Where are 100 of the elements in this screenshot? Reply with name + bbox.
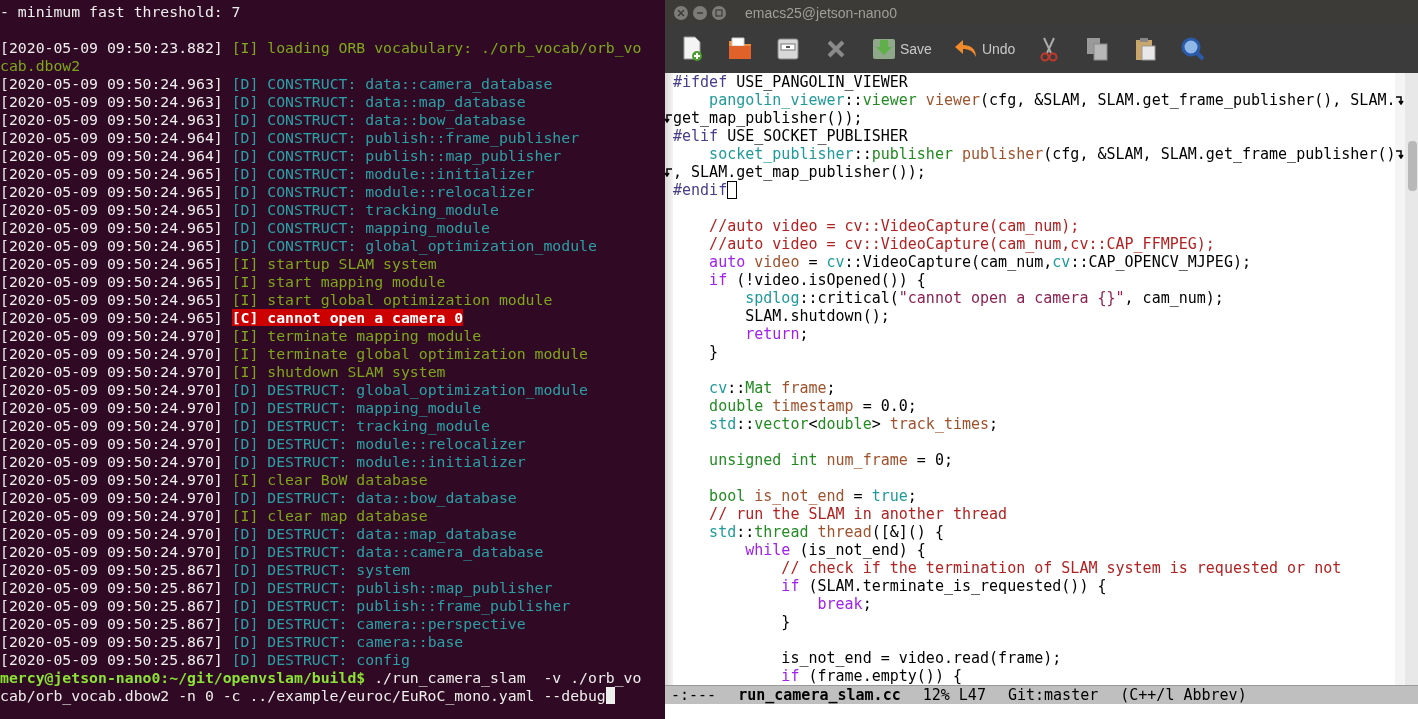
code-line: bool is_not_end = true;	[708, 487, 917, 505]
log-timestamp: [2020-05-09 09:50:24.970]	[0, 525, 223, 542]
text-cursor	[605, 687, 615, 704]
buffer-name: run_camera_slam.cc	[738, 686, 901, 704]
git-branch: Git:master	[1007, 686, 1099, 704]
undo-button[interactable]: Undo	[948, 33, 1019, 65]
log-message: [D] CONSTRUCT: module::relocalizer	[231, 183, 535, 200]
log-timestamp: [2020-05-09 09:50:24.965]	[0, 183, 223, 200]
log-message: [D] DESTRUCT: global_optimization_module	[231, 381, 588, 398]
log-timestamp: [2020-05-09 09:50:25.867]	[0, 615, 223, 632]
code-line: SLAM.shutdown();	[744, 307, 890, 325]
log-timestamp: [2020-05-09 09:50:24.970]	[0, 345, 223, 362]
code-line: auto video = cv::VideoCapture(cam_num,cv::CAP_OPENCV_MJPEG);	[708, 253, 1251, 271]
log-timestamp: [2020-05-09 09:50:24.965]	[0, 165, 223, 182]
close-icon	[677, 8, 685, 17]
code-line: }	[780, 613, 791, 631]
log-message: [D] DESTRUCT: camera::base	[231, 633, 464, 650]
minimize-button[interactable]	[693, 5, 707, 20]
close-button[interactable]	[674, 5, 688, 20]
window-title: emacs25@jetson-nano0	[745, 4, 897, 21]
code-line: return;	[744, 325, 809, 343]
code-line: if (frame.empty()) {	[780, 667, 962, 685]
code-line: // run the SLAM in another thread	[708, 505, 1008, 523]
log-timestamp: [2020-05-09 09:50:24.970]	[0, 417, 223, 434]
log-timestamp: [2020-05-09 09:50:24.970]	[0, 327, 223, 344]
code-line: if (SLAM.terminate_is_requested()) {	[780, 577, 1107, 595]
log-timestamp: [2020-05-09 09:50:23.882]	[0, 39, 223, 56]
maximize-button[interactable]	[712, 5, 726, 20]
code-line: is_not_end = video.read(frame);	[780, 649, 1062, 667]
log-timestamp: [2020-05-09 09:50:24.970]	[0, 363, 223, 380]
log-timestamp: [2020-05-09 09:50:24.964]	[0, 129, 223, 146]
log-timestamp: [2020-05-09 09:50:24.963]	[0, 75, 223, 92]
log-timestamp: [2020-05-09 09:50:24.970]	[0, 381, 223, 398]
shell-command: cab/orb_vocab.dbow2 -n 0 -c ../example/euroc/EuRoC_mono.yaml --debug	[0, 687, 606, 704]
log-timestamp: [2020-05-09 09:50:24.970]	[0, 507, 223, 524]
buffer-status: -:---	[671, 686, 717, 704]
log-message: [D] DESTRUCT: data::camera_database	[231, 543, 544, 560]
code-line: get_map_publisher());	[673, 109, 863, 127]
cursor-position: 12% L47	[922, 686, 986, 704]
code-line: #elif USE_SOCKET_PUBLISHER	[673, 127, 908, 145]
log-timestamp: [2020-05-09 09:50:24.970]	[0, 453, 223, 470]
log-message: [D] CONSTRUCT: global_optimization_module	[231, 237, 597, 254]
code-line: }	[708, 343, 719, 361]
log-message: [D] CONSTRUCT: publish::map_publisher	[231, 147, 562, 164]
log-message: [D] CONSTRUCT: data::map_database	[231, 93, 526, 110]
code-line: unsigned int num_frame = 0;	[708, 451, 953, 469]
log-text: - minimum fast threshold: 7	[0, 3, 241, 20]
log-timestamp: [2020-05-09 09:50:24.963]	[0, 93, 223, 110]
shell-prompt: mercy@jetson-nano0:~/git/openvslam/build$	[0, 669, 366, 686]
log-timestamp: [2020-05-09 09:50:24.970]	[0, 543, 223, 560]
log-message: [D] CONSTRUCT: publish::frame_publisher	[231, 129, 580, 146]
code-line: // check if the termination of SLAM system is requested or not	[780, 559, 1342, 577]
log-message: [D] CONSTRUCT: mapping_module	[231, 219, 490, 236]
code-line: //auto video = cv::VideoCapture(cam_num,cv::CAP_FFMPEG);	[708, 235, 1215, 253]
code-line: , SLAM.get_map_publisher());	[673, 163, 926, 181]
save-button[interactable]: Save	[867, 33, 935, 65]
code-line: //auto video = cv::VideoCapture(cam_num);	[708, 217, 1080, 235]
log-timestamp: [2020-05-09 09:50:24.965]	[0, 255, 223, 272]
log-message: [D] DESTRUCT: module::relocalizer	[231, 435, 526, 452]
log-message: [D] DESTRUCT: mapping_module	[231, 399, 482, 416]
log-timestamp: [2020-05-09 09:50:24.965]	[0, 201, 223, 218]
log-message: [C] cannot open a camera 0	[231, 309, 464, 326]
code-line: std::thread thread([&]() {	[708, 523, 944, 541]
log-timestamp: [2020-05-09 09:50:24.965]	[0, 237, 223, 254]
code-line: #endif	[673, 181, 728, 199]
log-timestamp: [2020-05-09 09:50:25.867]	[0, 561, 223, 578]
code-line: double timestamp = 0.0;	[708, 397, 917, 415]
log-message: [I] startup SLAM system	[231, 255, 437, 272]
log-timestamp: [2020-05-09 09:50:25.867]	[0, 651, 223, 668]
scrollbar[interactable]	[1405, 73, 1418, 685]
log-message: [D] DESTRUCT: module::initializer	[231, 453, 526, 470]
log-message: [D] CONSTRUCT: data::bow_database	[231, 111, 526, 128]
maximize-icon	[715, 8, 723, 17]
log-timestamp: [2020-05-09 09:50:24.970]	[0, 435, 223, 452]
cabinet-icon[interactable]	[774, 35, 802, 63]
log-message: [D] DESTRUCT: data::map_database	[231, 525, 517, 542]
code-line: socket_publisher::publisher publisher(cfg, &SLAM, SLAM.get_frame_publisher()	[708, 145, 1396, 163]
log-timestamp: [2020-05-09 09:50:25.867]	[0, 597, 223, 614]
log-message: [I] start mapping module	[231, 273, 446, 290]
code-line: std::vector<double> track_times;	[708, 415, 999, 433]
log-message: [D] CONSTRUCT: tracking_module	[231, 201, 499, 218]
log-message: [D] DESTRUCT: camera::perspective	[231, 615, 526, 632]
scrollbar-thumb[interactable]	[1408, 141, 1418, 191]
code-line: while (is_not_end) {	[744, 541, 926, 559]
code-line: #ifdef USE_PANGOLIN_VIEWER	[673, 73, 908, 91]
log-message: [D] CONSTRUCT: module::initializer	[231, 165, 535, 182]
log-message: [I] loading ORB vocabulary: ./orb_vocab/orb_vo	[231, 39, 642, 56]
log-message: [D] DESTRUCT: system	[231, 561, 410, 578]
shell-command: ./run_camera_slam -v ./orb_vo	[374, 669, 642, 686]
log-message: [I] terminate global optimization module	[231, 345, 588, 362]
log-timestamp: [2020-05-09 09:50:25.867]	[0, 633, 223, 650]
log-message: [I] terminate mapping module	[231, 327, 482, 344]
log-timestamp: [2020-05-09 09:50:24.965]	[0, 309, 223, 326]
log-message: [I] shutdown SLAM system	[231, 363, 446, 380]
log-message: [D] DESTRUCT: config	[231, 651, 410, 668]
code-line: if (!video.isOpened()) {	[708, 271, 926, 289]
log-timestamp: [2020-05-09 09:50:24.970]	[0, 471, 223, 488]
log-timestamp: [2020-05-09 09:50:24.970]	[0, 489, 223, 506]
log-timestamp: [2020-05-09 09:50:24.965]	[0, 273, 223, 290]
log-timestamp: [2020-05-09 09:50:24.964]	[0, 147, 223, 164]
